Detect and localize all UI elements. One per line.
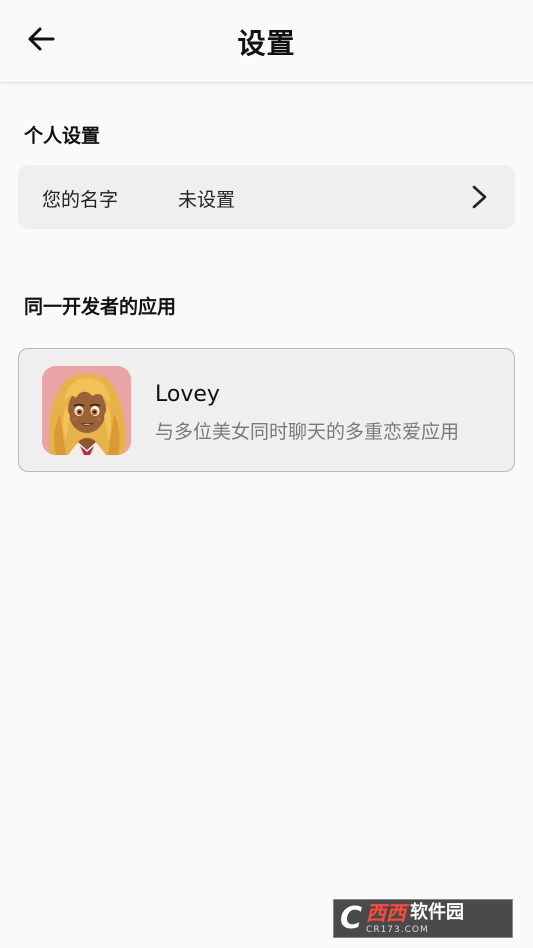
name-label: 您的名字 [42, 189, 119, 211]
app-name: Lovey [155, 382, 220, 407]
personal-settings-heading: 个人设置 [24, 125, 101, 147]
chevron-right-icon [469, 185, 489, 209]
app-bar: 设置 [0, 0, 533, 83]
name-setting-row[interactable]: 您的名字 未设置 [18, 165, 515, 229]
watermark-logo-letter: C [340, 901, 363, 936]
name-value: 未设置 [178, 189, 236, 211]
app-item-lovey[interactable]: Lovey 与多位美女同时聊天的多重恋爱应用 [18, 348, 515, 472]
same-developer-heading: 同一开发者的应用 [24, 296, 177, 318]
watermark-url: CR173.COM [366, 924, 429, 935]
watermark-logo: C 西西 软件园 CR173.COM [333, 899, 513, 938]
lovey-app-icon [42, 366, 131, 455]
watermark-brand-suffix: 软件园 [410, 901, 465, 923]
page-title: 设置 [237, 27, 296, 60]
app-description: 与多位美女同时聊天的多重恋爱应用 [155, 421, 460, 443]
watermark-brand: 西西 [366, 900, 407, 925]
